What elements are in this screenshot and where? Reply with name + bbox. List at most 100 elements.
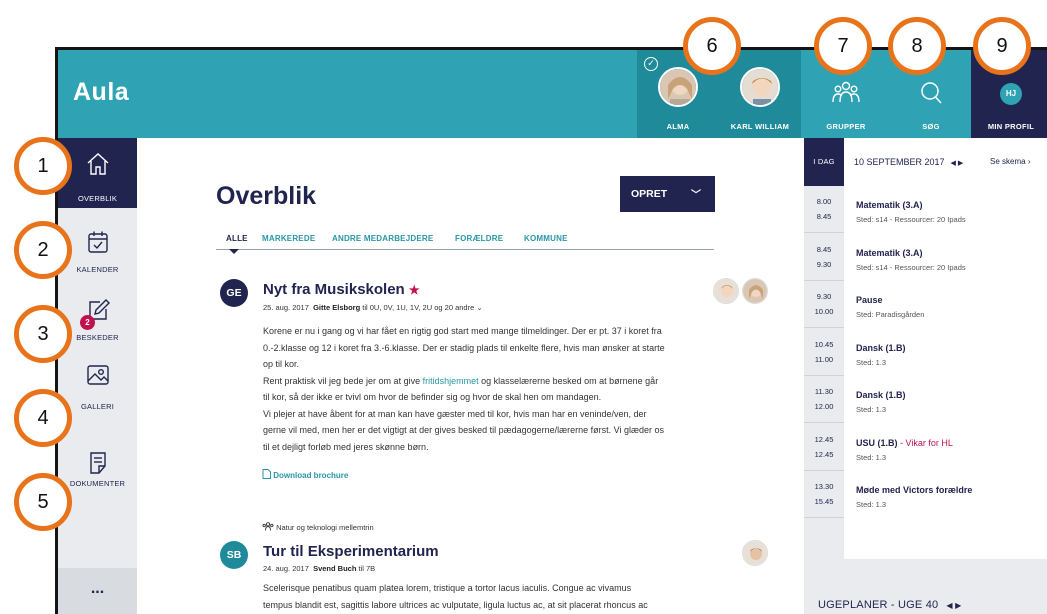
- weekplans-section: UGEPLANER - UGE 40 ◀ ▶: [804, 559, 1047, 614]
- event-start-time: 8.45: [816, 245, 832, 254]
- post-body-text: Rent praktisk vil jeg bede jer om at giv…: [263, 375, 423, 386]
- post-body-line: Vi plejer at have åbent for at man kan h…: [263, 408, 647, 419]
- calendar-date: 10 SEPTEMBER 2017: [854, 157, 945, 167]
- post-body: Scelerisque penatibus quam platea lorem,…: [263, 580, 793, 613]
- unread-badge: 2: [80, 315, 95, 330]
- documents-icon: [89, 452, 106, 474]
- sidebar-item-label: DOKUMENTER: [69, 479, 126, 488]
- event-location: Sted: 1.3: [856, 405, 887, 414]
- event-title[interactable]: USU (1.B) - Vikar for HL: [856, 438, 953, 448]
- post-body-line: op til kor.: [263, 359, 300, 369]
- post-body-line: Scelerisque penatibus quam platea lorem,…: [263, 583, 632, 593]
- post-body-line: til kor, så der ikke er tvivl om hvor de…: [263, 392, 602, 402]
- event-end-time: 12.45: [814, 450, 834, 459]
- event-end-time: 12.00: [814, 402, 834, 411]
- time-separator: [804, 517, 844, 518]
- schedule-link-label: Se skema: [990, 157, 1026, 166]
- tab-markerede[interactable]: MARKEREDE: [262, 234, 315, 243]
- event-title[interactable]: Matematik (3.A): [856, 200, 923, 210]
- gallery-icon: [86, 365, 109, 385]
- event-end-time: 10.00: [814, 307, 834, 316]
- post-author: Gitte Elsborg: [313, 303, 361, 312]
- event-location: Sted: Paradisgården: [856, 310, 925, 319]
- event-start-time: 10.45: [814, 340, 834, 349]
- star-icon: ★: [408, 283, 420, 297]
- post-title[interactable]: Tur til Eksperimentarium: [263, 543, 439, 560]
- child-name-alma: ALMA: [666, 122, 690, 131]
- prev-next-week-arrows[interactable]: ◀ ▶: [946, 601, 961, 610]
- post-recipients: til 0U, 0V, 1U, 1V, 2U og 20 andre: [360, 303, 475, 312]
- recipient-avatar: [713, 278, 739, 304]
- create-button[interactable]: OPRET ﹀: [620, 176, 715, 212]
- recipient-avatar: [742, 540, 768, 566]
- left-sidebar: OVERBLIK KALENDER 2 BESKEDER GALLERI DOK…: [58, 138, 137, 614]
- event-end-time: 15.45: [814, 497, 834, 506]
- callout-marker: 4: [14, 389, 72, 447]
- today-button[interactable]: I DAG: [804, 138, 844, 186]
- aula-logo[interactable]: Aula: [73, 78, 129, 107]
- callout-marker: 6: [683, 17, 741, 75]
- callout-marker: 3: [14, 305, 72, 363]
- chevron-right-icon: ›: [1027, 157, 1031, 166]
- child-name-karl-william: KARL WILLIAM: [730, 122, 790, 131]
- search-icon: [921, 82, 942, 104]
- event-title[interactable]: Møde med Victors forældre: [856, 485, 972, 495]
- child-avatar-alma: [658, 67, 698, 107]
- screenshot-stage: Aula ✓ ALMA KARL WILLIAM GRUPPER SØG HJ …: [0, 0, 1047, 614]
- time-separator: [804, 327, 844, 328]
- calendar-panel: I DAG 10 SEPTEMBER 2017 ◀ ▶ Se skema › 8.…: [804, 138, 1047, 614]
- event-end-time: 9.30: [816, 260, 832, 269]
- post-meta: 24. aug. 2017 Svend Buch til 7B: [263, 564, 375, 573]
- post-author-avatar: SB: [220, 541, 248, 569]
- tab-andre-medarbejdere[interactable]: ANDRE MEDARBEJDERE: [332, 234, 433, 243]
- chevron-down-icon[interactable]: ⌄: [476, 303, 482, 312]
- active-tab-marker: [229, 249, 239, 254]
- event-start-time: 13.30: [814, 482, 834, 491]
- post-date: 24. aug. 2017: [263, 564, 309, 573]
- event-title[interactable]: Pause: [856, 295, 883, 305]
- post-title[interactable]: Nyt fra Musikskolen ★: [263, 281, 420, 298]
- callout-marker: 9: [973, 17, 1031, 75]
- post-group-tag[interactable]: Natur og teknologi mellemtrin: [262, 522, 374, 532]
- post-body-line: til et dejligt forløb med jeres skønne b…: [263, 441, 429, 452]
- callout-marker: 2: [14, 221, 72, 279]
- event-title[interactable]: Dansk (1.B): [856, 343, 906, 353]
- tab-foraeldre[interactable]: FORÆLDRE: [455, 234, 503, 243]
- post-author-avatar: GE: [220, 279, 248, 307]
- prev-next-day-arrows[interactable]: ◀ ▶: [951, 160, 964, 167]
- file-icon: [262, 469, 271, 479]
- post-body-line: tempus blandit est, sagittis labore ultr…: [263, 599, 648, 610]
- event-start-time: 8.00: [816, 197, 832, 206]
- post-meta: 25. aug. 2017 Gitte Elsborg til 0U, 0V, …: [263, 303, 483, 312]
- event-substitute-note: - Vikar for HL: [897, 438, 953, 448]
- post-body-line: 0.-2.klasse og 12 i koret fra 3.-6.klass…: [263, 342, 665, 353]
- view-schedule-link[interactable]: Se skema ›: [990, 157, 1030, 166]
- chevron-down-icon: ﹀: [691, 190, 701, 201]
- weekplans-label: UGEPLANER - UGE 40: [818, 599, 939, 611]
- tab-kommune[interactable]: KOMMUNE: [524, 234, 568, 243]
- time-separator: [804, 280, 844, 281]
- callout-marker: 8: [888, 17, 946, 75]
- sidebar-item-label: KALENDER: [76, 265, 119, 274]
- post-group-name: Natur og teknologi mellemtrin: [276, 523, 374, 532]
- more-menu-button[interactable]: ...: [58, 568, 137, 614]
- event-title[interactable]: Dansk (1.B): [856, 390, 906, 400]
- time-separator: [804, 232, 844, 233]
- event-title-text: Matematik (3.A): [856, 248, 923, 258]
- event-title[interactable]: Matematik (3.A): [856, 248, 923, 258]
- event-title-text: Dansk (1.B): [856, 343, 906, 353]
- tab-alle[interactable]: ALLE: [226, 234, 248, 243]
- callout-marker: 5: [14, 473, 72, 531]
- event-location: Sted: 1.3: [856, 453, 887, 462]
- time-separator: [804, 422, 844, 423]
- fritidshjemmet-link[interactable]: fritidshjemmet: [423, 376, 479, 386]
- post-body-line: Rent praktisk vil jeg bede jer om at giv…: [263, 373, 793, 390]
- download-brochure-link[interactable]: Download brochure: [262, 469, 348, 480]
- event-end-time: 11.00: [814, 355, 834, 364]
- post-date: 25. aug. 2017: [263, 303, 309, 312]
- callout-marker: 1: [14, 137, 72, 195]
- event-end-time: 8.45: [816, 212, 832, 221]
- event-start-time: 11.30: [814, 387, 834, 396]
- calendar-icon: [87, 231, 108, 253]
- event-location: Sted: 1.3: [856, 500, 887, 509]
